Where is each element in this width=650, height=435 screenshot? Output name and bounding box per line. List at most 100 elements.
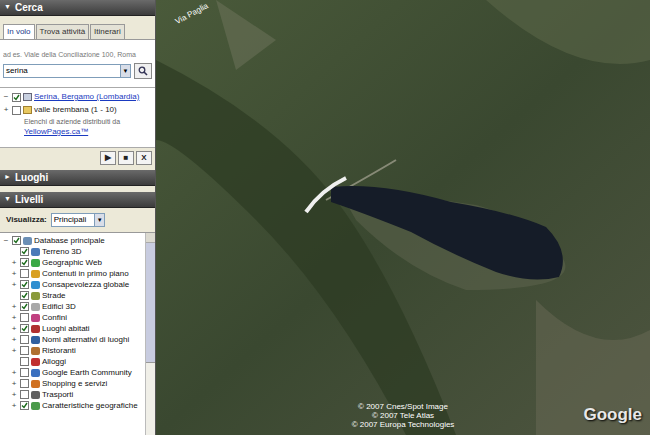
layer-item[interactable]: +Shopping e servizi [0,378,145,389]
checkbox[interactable] [20,313,29,322]
checkbox[interactable] [20,291,29,300]
tree-expander[interactable]: + [10,347,18,355]
tree-expander[interactable]: + [10,281,18,289]
control-button[interactable]: ▶ [100,151,116,165]
panel-header[interactable]: ▼Livelli [0,192,155,208]
collapse-arrow-icon[interactable]: ► [4,172,11,183]
layer-icon [31,314,40,322]
collapse-arrow-icon[interactable]: ▼ [4,194,11,205]
checkbox[interactable] [20,357,29,366]
layer-item[interactable]: Strade [0,290,145,301]
tree-expander[interactable]: − [2,93,10,101]
search-tabs: In voloTrova attivitàItinerari [0,16,155,40]
search-tab[interactable]: Trova attività [36,24,90,39]
tree-expander[interactable]: − [2,237,10,245]
result-controls: ▶■X [0,147,155,168]
checkbox[interactable] [20,302,29,311]
tree-expander[interactable]: + [10,336,18,344]
layer-item[interactable]: +Ristoranti [0,345,145,356]
search-panel: ▼CercaIn voloTrova attivitàItinerariad e… [0,0,155,168]
view-row: Visualizza:Principali▼ [0,208,155,232]
tree-expander[interactable]: + [2,106,10,114]
tree-expander[interactable]: + [10,270,18,278]
tree-expander[interactable]: + [10,402,18,410]
checkbox[interactable] [20,346,29,355]
tree-expander[interactable]: + [10,391,18,399]
checkbox[interactable] [20,401,29,410]
checkbox[interactable] [20,280,29,289]
layer-icon [31,380,40,388]
control-button[interactable]: ■ [118,151,134,165]
checkbox[interactable] [20,269,29,278]
layer-item[interactable]: Terreno 3D [0,246,145,257]
layer-item[interactable]: +Confini [0,312,145,323]
layer-icon [31,292,40,300]
layer-icon [31,303,40,311]
layer-icon [31,270,40,278]
layer-item[interactable]: +Geographic Web [0,257,145,268]
collapse-arrow-icon[interactable]: ▼ [4,2,11,13]
checkbox[interactable] [20,324,29,333]
layer-item[interactable]: +Luoghi abitati [0,323,145,334]
layer-icon [31,325,40,333]
check-icon [21,248,28,255]
sidebar: ▼CercaIn voloTrova attivitàItinerariad e… [0,0,156,435]
layer-item[interactable]: +Trasporti [0,389,145,400]
folder-icon [23,106,32,114]
layers-tree: −Database principaleTerreno 3D+Geographi… [0,232,155,435]
checkbox[interactable] [20,335,29,344]
tree-expander[interactable]: + [10,380,18,388]
panel-header[interactable]: ►Luoghi [0,170,155,186]
layer-icon [23,237,32,245]
dropdown-arrow-icon[interactable]: ▼ [94,214,104,226]
tree-expander[interactable]: + [10,303,18,311]
sponsor-text: Elenchi di aziende distribuiti da [2,117,153,126]
checkbox[interactable] [20,258,29,267]
checkbox[interactable] [12,93,21,102]
checkbox[interactable] [20,247,29,256]
layer-item[interactable]: +Consapevolezza globale [0,279,145,290]
tree-expander[interactable]: + [10,314,18,322]
search-input[interactable]: serina▼ [3,64,131,78]
checkbox[interactable] [20,379,29,388]
search-tab[interactable]: In volo [3,24,35,39]
tree-expander[interactable]: + [10,259,18,267]
scrollbar[interactable] [145,233,155,435]
layer-item[interactable]: +Nomi alternativi di luoghi [0,334,145,345]
layer-item[interactable]: +Contenuti in primo piano [0,268,145,279]
layer-item[interactable]: −Database principale [0,235,145,246]
tree-expander[interactable]: + [10,325,18,333]
view-select[interactable]: Principali▼ [51,213,105,227]
dropdown-arrow-icon[interactable]: ▼ [120,65,130,77]
search-tab[interactable]: Itinerari [90,24,125,39]
control-button[interactable]: X [136,151,152,165]
sponsor-link[interactable]: YellowPages.ca™ [2,127,153,137]
layer-item[interactable]: +Caratteristiche geografiche [0,400,145,411]
map-view[interactable]: Via Paglia© 2007 Cnes/Spot Image© 2007 T… [156,0,650,435]
search-result[interactable]: +valle brembana (1 - 10) [2,104,153,116]
checkbox[interactable] [20,390,29,399]
layer-item[interactable]: +Edifici 3D [0,301,145,312]
attribution-text: © 2007 Cnes/Spot Image [358,402,448,411]
search-button[interactable] [134,63,152,79]
check-icon [21,292,28,299]
layer-item[interactable]: Alloggi [0,356,145,367]
check-icon [21,303,28,310]
checkbox[interactable] [12,236,21,245]
layer-icon [31,358,40,366]
google-earth-window: ▼CercaIn voloTrova attivitàItinerariad e… [0,0,650,435]
checkbox[interactable] [20,368,29,377]
checkbox[interactable] [12,106,21,115]
layer-icon [31,402,40,410]
search-result[interactable]: −Serina, Bergamo (Lombardia) [2,91,153,103]
check-icon [21,281,28,288]
tree-expander[interactable]: + [10,369,18,377]
layer-item[interactable]: +Google Earth Community [0,367,145,378]
attributions: © 2007 Cnes/Spot Image© 2007 Tele Atlas©… [156,402,650,429]
panel-header[interactable]: ▼Cerca [0,0,155,16]
layer-icon [31,369,40,377]
layer-icon [31,281,40,289]
attribution-text: © 2007 Europa Technologies [352,420,455,429]
search-hint: ad es. Viale della Conciliazione 100, Ro… [3,50,152,59]
layer-icon [31,347,40,355]
